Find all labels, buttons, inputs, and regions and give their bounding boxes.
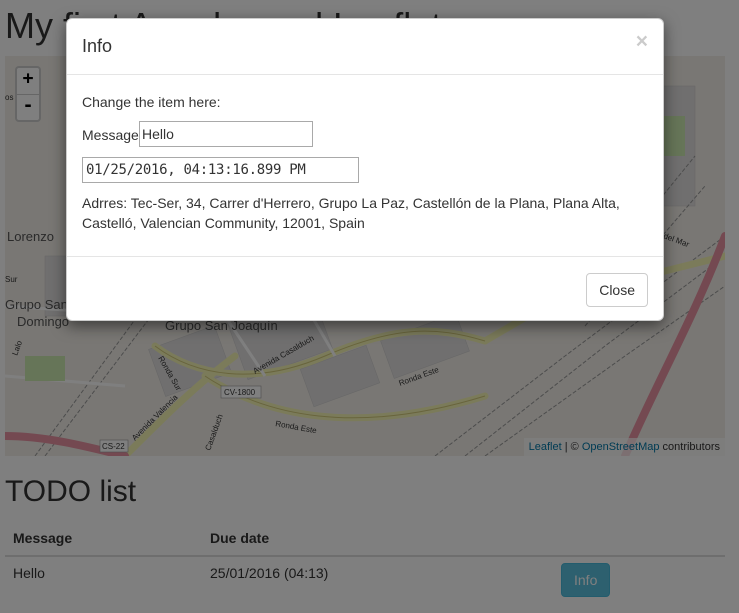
message-label: Message xyxy=(82,127,139,143)
modal-body: Change the item here: Message Adrres: Te… xyxy=(67,75,663,257)
message-input[interactable] xyxy=(139,121,313,147)
modal-title: Info xyxy=(82,36,113,56)
close-button[interactable]: Close xyxy=(586,273,648,307)
info-modal: Info × Change the item here: Message Adr… xyxy=(66,18,664,321)
address-text: Adrres: Tec-Ser, 34, Carrer d'Herrero, G… xyxy=(82,195,620,231)
modal-header: Info × xyxy=(67,19,663,75)
close-icon[interactable]: × xyxy=(636,31,648,52)
due-date-input[interactable] xyxy=(82,157,359,183)
modal-intro-text: Change the item here: xyxy=(82,94,221,110)
